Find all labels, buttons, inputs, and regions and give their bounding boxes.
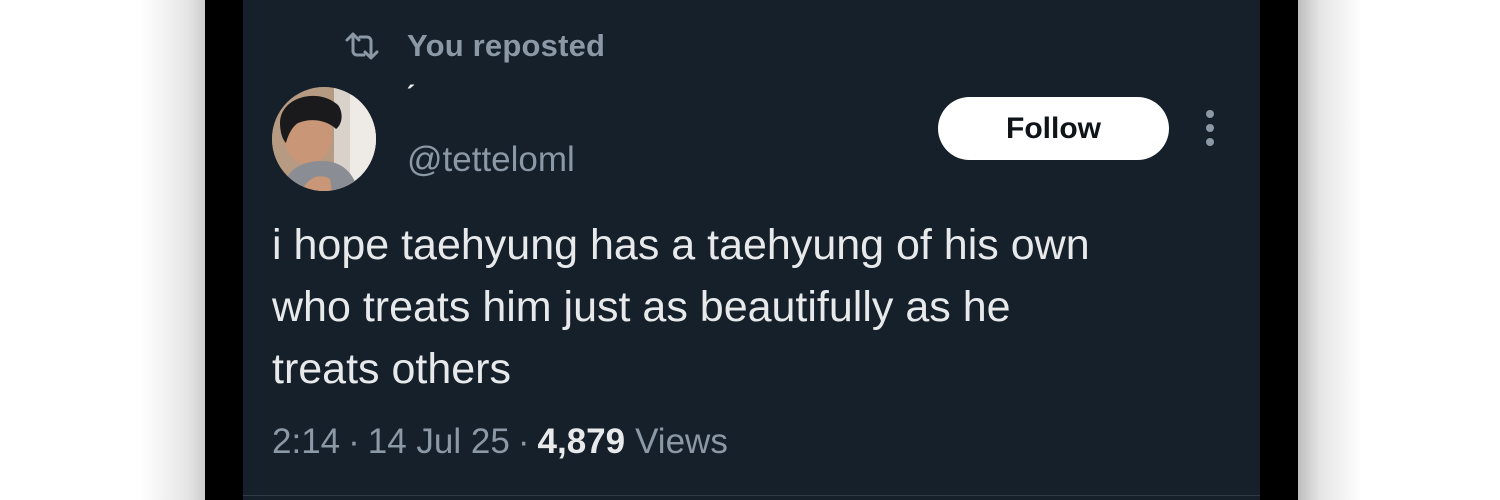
repost-icon bbox=[345, 32, 379, 60]
tweet-text-line: i hope taehyung has a taehyung of his ow… bbox=[272, 221, 1090, 269]
tweet-text: i hope taehyung has a taehyung of his ow… bbox=[272, 214, 1232, 400]
follow-button[interactable]: Follow bbox=[938, 97, 1169, 160]
views-label[interactable]: Views bbox=[635, 422, 728, 462]
avatar-photo bbox=[272, 87, 376, 191]
meta-separator: · bbox=[517, 422, 530, 461]
phone-shadow-right bbox=[1292, 0, 1362, 500]
views-count[interactable]: 4,879 bbox=[538, 422, 626, 462]
tweet-time[interactable]: 2:14 bbox=[272, 422, 340, 462]
more-vertical-icon[interactable] bbox=[1198, 108, 1222, 148]
author-display-name[interactable]: ˊ bbox=[406, 82, 416, 112]
author-handle[interactable]: @tetteloml bbox=[407, 140, 575, 180]
meta-separator: · bbox=[348, 422, 360, 461]
tweet-text-line: treats others bbox=[272, 345, 511, 393]
repost-indicator: You reposted bbox=[345, 26, 605, 66]
screenshot-page: You reposted ˊ @tetteloml Follow i hope … bbox=[0, 0, 1500, 500]
tweet-date[interactable]: 14 Jul 25 bbox=[368, 422, 510, 462]
tweet-text-line: who treats him just as beautifully as he bbox=[272, 283, 1011, 331]
repost-label: You reposted bbox=[407, 28, 606, 63]
author-avatar[interactable] bbox=[272, 87, 376, 191]
tweet-meta: 2:14 · 14 Jul 25 · 4,879 Views bbox=[272, 420, 728, 464]
tweet-divider bbox=[243, 495, 1260, 496]
